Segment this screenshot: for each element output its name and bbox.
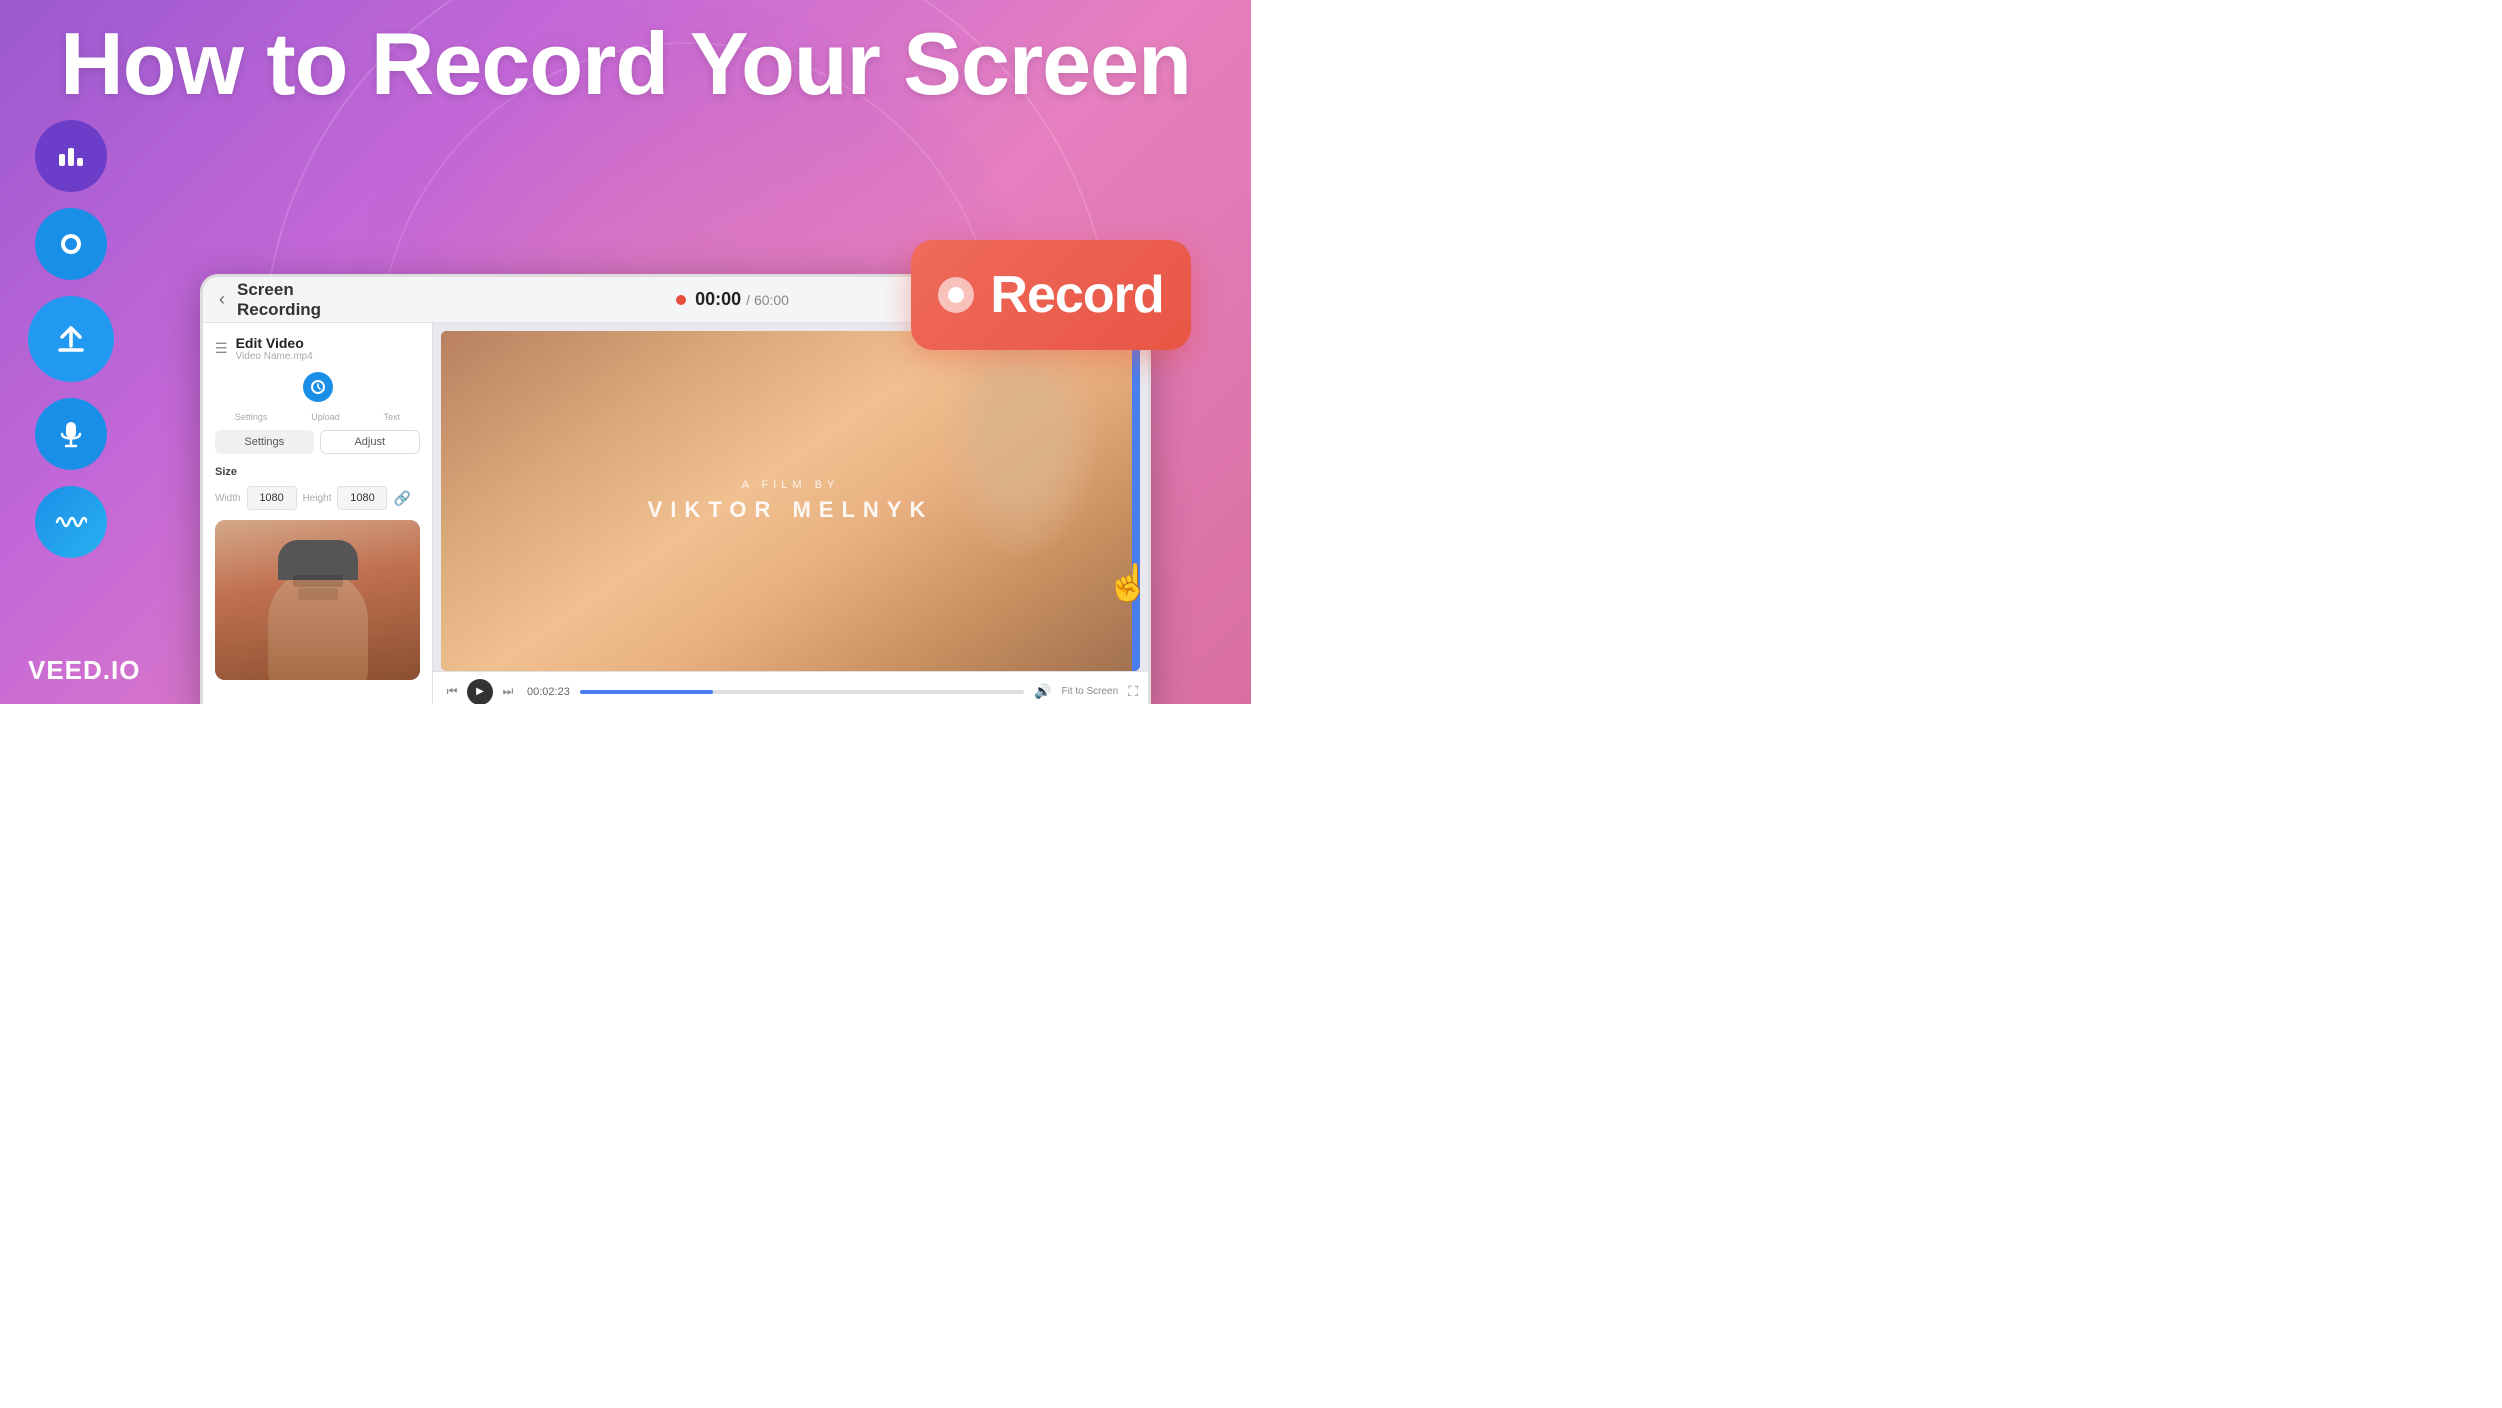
- upload-label: Upload: [311, 412, 340, 422]
- chart-icon[interactable]: [35, 120, 107, 192]
- main-content-area: A FILM BY VIKTOR MELNYK ⏮ ▶ ⏭ 00:02:23: [433, 323, 1148, 704]
- film-text-large: VIKTOR MELNYK: [648, 497, 934, 523]
- skip-forward-button[interactable]: ⏭: [499, 683, 517, 701]
- volume-icon[interactable]: 🔊: [1034, 683, 1051, 700]
- size-label: Size: [215, 466, 420, 478]
- play-controls: ⏮ ▶ ⏭: [443, 679, 517, 705]
- edit-panel-subtitle: Video Name.mp4: [236, 351, 313, 362]
- progress-fill: [580, 690, 713, 694]
- main-title: How to Record Your Screen: [0, 18, 1251, 110]
- edit-icon: [303, 372, 333, 402]
- timer-total: / 60:00: [746, 292, 789, 308]
- width-label: Width: [215, 493, 241, 504]
- background: How to Record Your Screen VEED.IO: [0, 0, 1251, 704]
- film-still: A FILM BY VIKTOR MELNYK: [441, 331, 1140, 671]
- progress-track[interactable]: [580, 690, 1024, 694]
- mic-icon[interactable]: [35, 398, 107, 470]
- link-icon: 🔗: [393, 490, 410, 507]
- sidebar-icons: [28, 120, 114, 558]
- playback-timestamp: 00:02:23: [527, 686, 570, 698]
- record-label: Record: [990, 265, 1163, 325]
- upload-icon[interactable]: [28, 296, 114, 382]
- video-preview: A FILM BY VIKTOR MELNYK: [441, 331, 1140, 671]
- brand-logo: VEED.IO: [28, 655, 140, 686]
- edit-panel-header: ☰ Edit Video Video Name.mp4: [215, 335, 420, 362]
- text-label: Text: [384, 412, 401, 422]
- height-input[interactable]: [337, 486, 387, 510]
- playback-bar: ⏮ ▶ ⏭ 00:02:23 🔊 Fit to Screen ⛶: [433, 671, 1148, 704]
- record-button-dot: [938, 277, 974, 313]
- edit-panel-title: Edit Video: [236, 335, 313, 351]
- screen-recording-title: Screen Recording: [237, 280, 321, 320]
- edit-panel: ☰ Edit Video Video Name.mp4 Settings Upl…: [203, 323, 433, 704]
- fit-screen-button[interactable]: Fit to Screen: [1061, 686, 1118, 697]
- waveform-icon[interactable]: [35, 486, 107, 558]
- webcam-thumbnail: [215, 520, 420, 680]
- film-text-small: A FILM BY: [648, 479, 934, 491]
- back-button[interactable]: ‹: [219, 289, 225, 310]
- expand-button[interactable]: ⛶: [1128, 683, 1138, 700]
- adjust-button[interactable]: Adjust: [320, 430, 421, 454]
- record-circle-icon[interactable]: [35, 208, 107, 280]
- height-label: Height: [303, 493, 332, 504]
- skip-back-button[interactable]: ⏮: [443, 683, 461, 701]
- width-input[interactable]: [247, 486, 297, 510]
- settings-button[interactable]: Settings: [215, 430, 314, 454]
- size-row: Width Height 🔗: [215, 486, 420, 510]
- hamburger-icon[interactable]: ☰: [215, 340, 228, 357]
- play-button[interactable]: ▶: [467, 679, 493, 705]
- settings-label: Settings: [235, 412, 268, 422]
- device-content: ☰ Edit Video Video Name.mp4 Settings Upl…: [203, 323, 1148, 704]
- cursor-icon: ☝: [1106, 562, 1151, 604]
- record-dot-inner: [948, 287, 964, 303]
- rec-dot: [676, 295, 686, 305]
- record-button[interactable]: Record: [911, 240, 1191, 350]
- video-right-bar: [1132, 331, 1140, 671]
- btn-row: Settings Adjust: [215, 430, 420, 454]
